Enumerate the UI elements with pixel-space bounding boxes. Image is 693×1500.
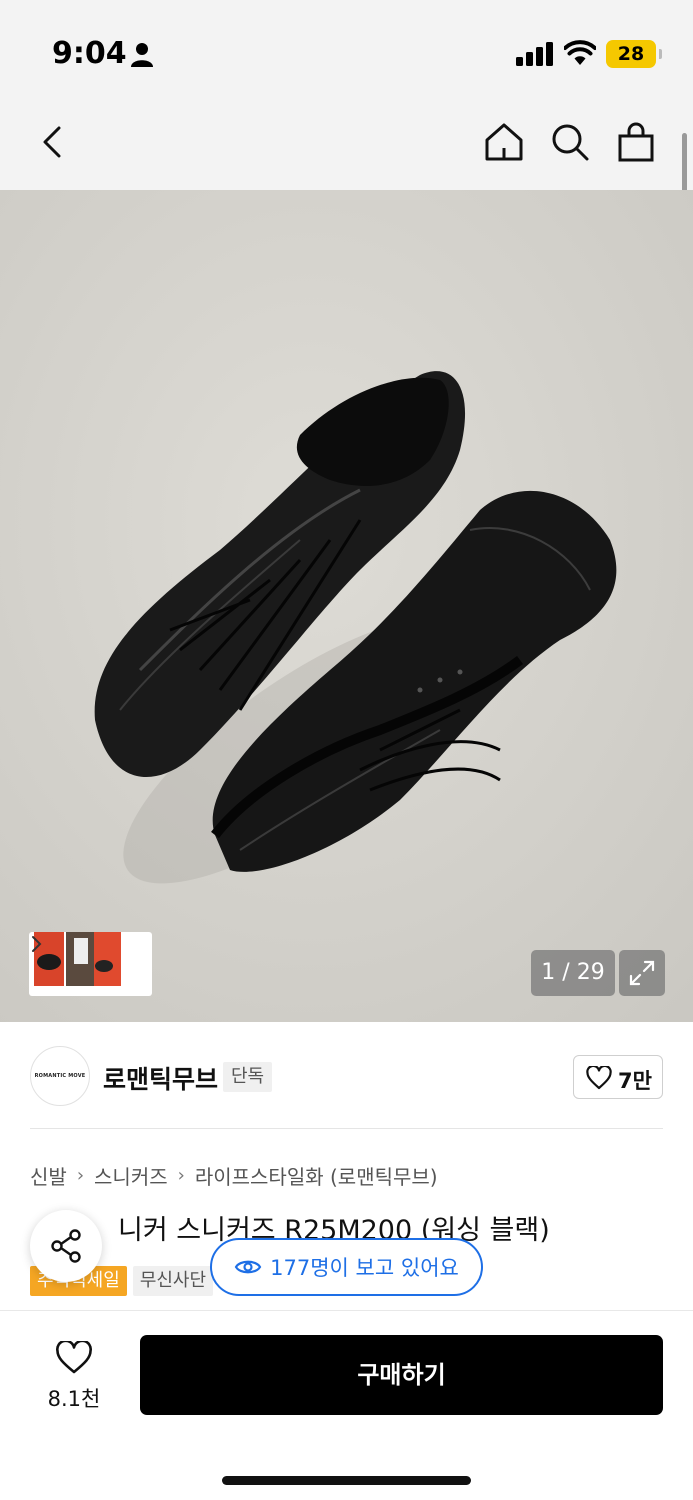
home-icon[interactable]: [482, 120, 526, 164]
breadcrumb-separator-icon: ›: [177, 1164, 185, 1186]
viewers-badge: 177명이 보고 있어요: [210, 1238, 483, 1296]
musinsa-tag: 무신사단: [132, 1266, 214, 1296]
exclusive-badge: 단독: [223, 1062, 273, 1092]
expand-icon: [629, 960, 655, 986]
shoes-photo: [0, 190, 693, 1022]
eye-icon: [234, 1260, 262, 1274]
wishlist-button[interactable]: 8.1천: [40, 1339, 108, 1419]
expand-button[interactable]: [619, 950, 665, 996]
back-icon[interactable]: [32, 120, 76, 164]
chevron-right-icon: [32, 936, 42, 952]
status-time: 9:04: [52, 36, 127, 71]
brand-name[interactable]: 로맨틱무브: [103, 1060, 218, 1096]
breadcrumb-item-shoes[interactable]: 신발: [30, 1161, 67, 1190]
brand-logo[interactable]: ROMANTIC MOVE: [30, 1046, 90, 1106]
thumbnail-image: [94, 932, 121, 986]
shopping-bag-icon[interactable]: [614, 120, 658, 164]
breadcrumb: 신발 › 스니커즈 › 라이프스타일화 (로맨틱무브): [30, 1160, 438, 1190]
brand-like-button[interactable]: 7만: [573, 1055, 663, 1099]
breadcrumb-item-sneakers[interactable]: 스니커즈: [94, 1161, 168, 1190]
top-nav-bar: [0, 100, 693, 190]
battery-icon: 28: [606, 40, 662, 68]
breadcrumb-separator-icon: ›: [76, 1164, 85, 1186]
signal-icon: [516, 42, 553, 66]
viewers-text: 177명이 보고 있어요: [270, 1256, 459, 1280]
home-indicator: [222, 1476, 471, 1485]
person-icon: [131, 43, 153, 67]
divider: [30, 1128, 663, 1129]
thumbnail-image: [66, 932, 96, 986]
image-counter: 1 / 29: [531, 950, 615, 996]
buy-button[interactable]: 구매하기: [140, 1335, 663, 1415]
breadcrumb-item-lifestyle[interactable]: 라이프스타일화 (로맨틱무브): [195, 1161, 438, 1190]
wishlist-count: 8.1천: [47, 1387, 101, 1411]
related-thumbnails[interactable]: [29, 932, 152, 996]
bottom-action-bar: 8.1천 구매하기: [0, 1310, 693, 1500]
heart-icon: [56, 1341, 92, 1374]
brand-like-count: 7만: [618, 1069, 652, 1093]
wifi-icon: [564, 40, 596, 65]
search-icon[interactable]: [548, 120, 592, 164]
heart-icon: [586, 1066, 612, 1090]
status-bar: 9:04 28: [0, 0, 693, 100]
share-icon: [51, 1229, 81, 1263]
product-image[interactable]: 1 / 29: [0, 190, 693, 1022]
share-button[interactable]: [30, 1210, 102, 1282]
